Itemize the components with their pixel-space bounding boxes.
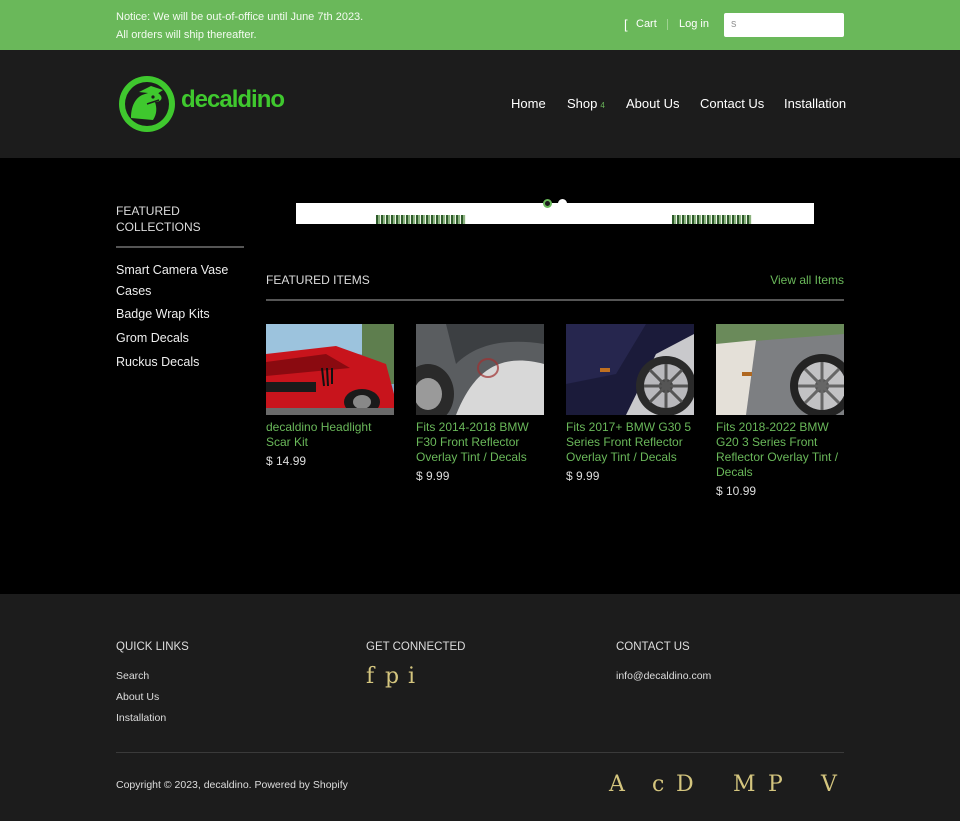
product-image[interactable] [266,324,394,415]
nav-home[interactable]: Home [511,96,546,111]
featured-divider [266,299,844,301]
product-image[interactable] [566,324,694,415]
notice-text: Notice: We will be out-of-office until J… [116,8,363,44]
sidebar-divider [116,246,244,248]
instagram-icon[interactable]: i [408,664,415,689]
hero-slideshow[interactable] [296,203,814,224]
slide-dot-1[interactable] [543,199,552,208]
view-all-items-link[interactable]: View all Items [770,273,844,287]
search-input[interactable] [742,13,840,37]
footer-link-about[interactable]: About Us [116,691,159,703]
product-card[interactable]: Fits 2018-2022 BMW G20 3 Series Front Re… [716,324,844,498]
diners-club-icon: c [652,772,665,797]
copyright-text: Copyright © 2023, decaldino. Powered by … [116,779,348,791]
quick-links-title: QUICK LINKS [116,641,189,653]
footer-link-search[interactable]: Search [116,670,149,682]
product-price: $ 14.99 [266,454,307,468]
topbar-divider [667,19,668,30]
product-price: $ 10.99 [716,484,757,498]
product-price: $ 9.99 [566,469,600,483]
site-footer: QUICK LINKS Search About Us Installation… [0,594,960,821]
nav-about[interactable]: About Us [626,96,679,111]
visa-icon: V [821,772,837,797]
product-card[interactable]: Fits 2014-2018 BMW F30 Front Reflector O… [416,324,544,483]
sidebar-title: FEATURED COLLECTIONS [116,204,201,234]
product-name[interactable]: Fits 2014-2018 BMW F30 Front Reflector O… [416,420,544,465]
nav-shop-label: Shop [567,96,598,111]
nav-installation[interactable]: Installation [784,96,846,111]
pinterest-icon[interactable]: p [385,664,399,689]
login-link[interactable]: Log in [679,18,709,30]
facebook-icon[interactable]: f [366,664,374,689]
nav-contact[interactable]: Contact Us [700,96,764,111]
contact-us-title: CONTACT US [616,641,690,653]
sidebar-item-grom-decals[interactable]: Grom Decals [116,328,244,349]
mastercard-icon: M [733,772,756,797]
search-box[interactable] [724,13,844,37]
product-card[interactable]: Fits 2017+ BMW G30 5 Series Front Reflec… [566,324,694,483]
notice-bar: Notice: We will be out-of-office until J… [0,0,960,50]
footer-divider [116,752,844,753]
contact-email-link[interactable]: info@decaldino.com [616,670,711,682]
sidebar-item-badge-wrap-kits[interactable]: Badge Wrap Kits [116,304,244,325]
notice-line-1: Notice: We will be out-of-office until J… [116,11,364,23]
product-image[interactable] [716,324,844,415]
amex-icon: A [609,772,625,797]
product-image[interactable] [416,324,544,415]
product-name[interactable]: decaldino Headlight Scar Kit [266,420,394,450]
featured-items-title: FEATURED ITEMS [266,273,370,287]
slide-image-right [672,215,752,224]
product-price: $ 9.99 [416,469,450,483]
get-connected-title: GET CONNECTED [366,641,466,653]
slide-image-left [376,215,466,224]
sidebar-item-smart-camera-vase-cases[interactable]: Smart Camera Vase Cases [116,260,244,302]
cart-icon[interactable]: [ [624,17,628,32]
footer-link-installation[interactable]: Installation [116,712,166,724]
search-icon[interactable]: s [731,18,737,30]
nav-shop[interactable]: Shop 4 [567,96,605,111]
product-name[interactable]: Fits 2017+ BMW G30 5 Series Front Reflec… [566,420,694,465]
slide-dot-2[interactable] [558,199,567,208]
paypal-icon: P [768,772,783,797]
chevron-down-icon: 4 [600,101,605,110]
logo-dino-icon[interactable] [117,74,177,139]
product-name[interactable]: Fits 2018-2022 BMW G20 3 Series Front Re… [716,420,844,480]
site-header: decaldino Home Shop 4 About Us Contact Us… [0,50,960,158]
sidebar-item-ruckus-decals[interactable]: Ruckus Decals [116,352,244,373]
notice-line-2: All orders will ship thereafter. [116,29,257,41]
logo-wordmark[interactable]: decaldino [181,86,285,114]
product-card[interactable]: decaldino Headlight Scar Kit $ 14.99 [266,324,394,468]
discover-icon: D [676,772,694,797]
cart-link[interactable]: Cart [636,18,657,30]
